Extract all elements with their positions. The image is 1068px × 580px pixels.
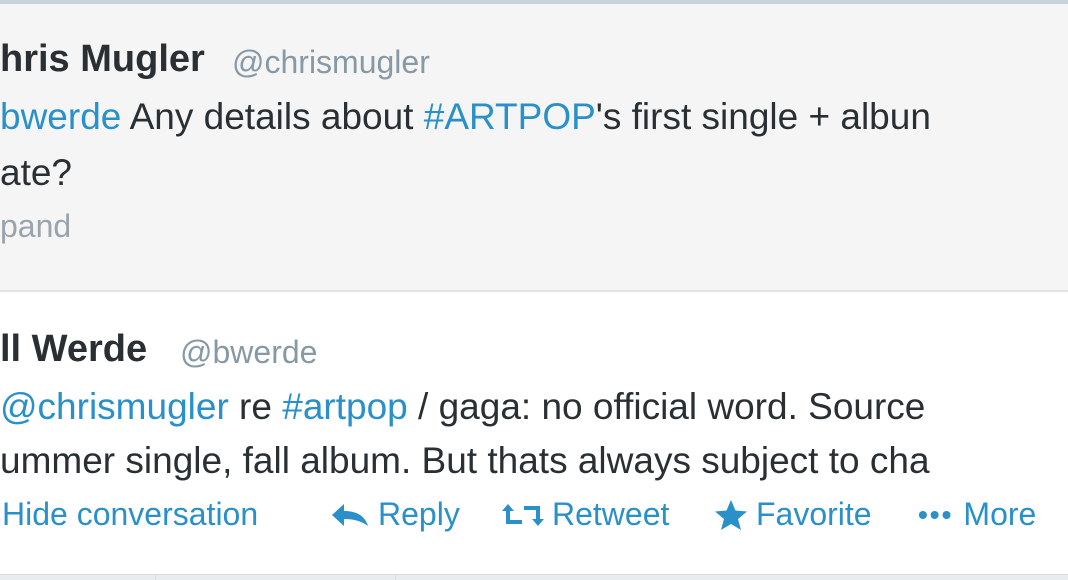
hide-conversation-link[interactable]: Hide conversation xyxy=(2,496,258,533)
tweet-text-line-2: ummer single, fall album. But thats alwa… xyxy=(0,440,930,481)
favorite-label: Favorite xyxy=(756,496,872,532)
tweet-author-name[interactable]: hris Mugler xyxy=(0,38,205,81)
retweet-icon xyxy=(502,503,544,526)
tweet-author-handle[interactable]: @chrismugler xyxy=(232,44,430,81)
retweet-button[interactable]: Retweet xyxy=(502,496,669,533)
tweet-author-handle[interactable]: @bwerde xyxy=(180,334,317,371)
retweet-label: Retweet xyxy=(552,496,670,532)
tweet-text-line-2: ate? xyxy=(0,152,73,193)
reply-icon xyxy=(332,503,368,526)
mention-link[interactable]: bwerde xyxy=(0,96,121,137)
tweet-text-line-1: bwerde Any details about #ARTPOP's first… xyxy=(0,96,931,138)
mention-link[interactable]: @chrismugler xyxy=(0,386,229,427)
reply-button[interactable]: Reply xyxy=(330,496,460,533)
expand-link[interactable]: pand xyxy=(0,208,71,245)
reply-label: Reply xyxy=(378,496,460,532)
tweet-text: 's first single + albun xyxy=(595,96,931,137)
favorite-button[interactable]: Favorite xyxy=(714,496,872,533)
more-button[interactable]: ••• More xyxy=(918,496,1036,533)
hashtag-link[interactable]: #artpop xyxy=(282,386,408,427)
tweet-author-name[interactable]: ll Werde xyxy=(0,328,147,371)
tweet-text-line-1: @chrismugler re #artpop / gaga: no offic… xyxy=(0,386,925,428)
tweet-text: re xyxy=(228,386,283,427)
hashtag-link[interactable]: #ARTPOP xyxy=(424,96,596,137)
bottom-border xyxy=(0,574,1068,580)
tweet-text: / gaga: no official word. Source xyxy=(407,386,926,427)
more-label: More xyxy=(963,496,1037,532)
footer-divider xyxy=(155,574,156,580)
tweet-text: Any details about xyxy=(121,96,424,137)
footer-divider xyxy=(395,574,396,580)
tweet-chrismugler[interactable]: hris Mugler @chrismugler bwerde Any deta… xyxy=(0,4,1068,292)
more-dots-icon: ••• xyxy=(918,498,954,530)
star-icon xyxy=(715,499,747,530)
